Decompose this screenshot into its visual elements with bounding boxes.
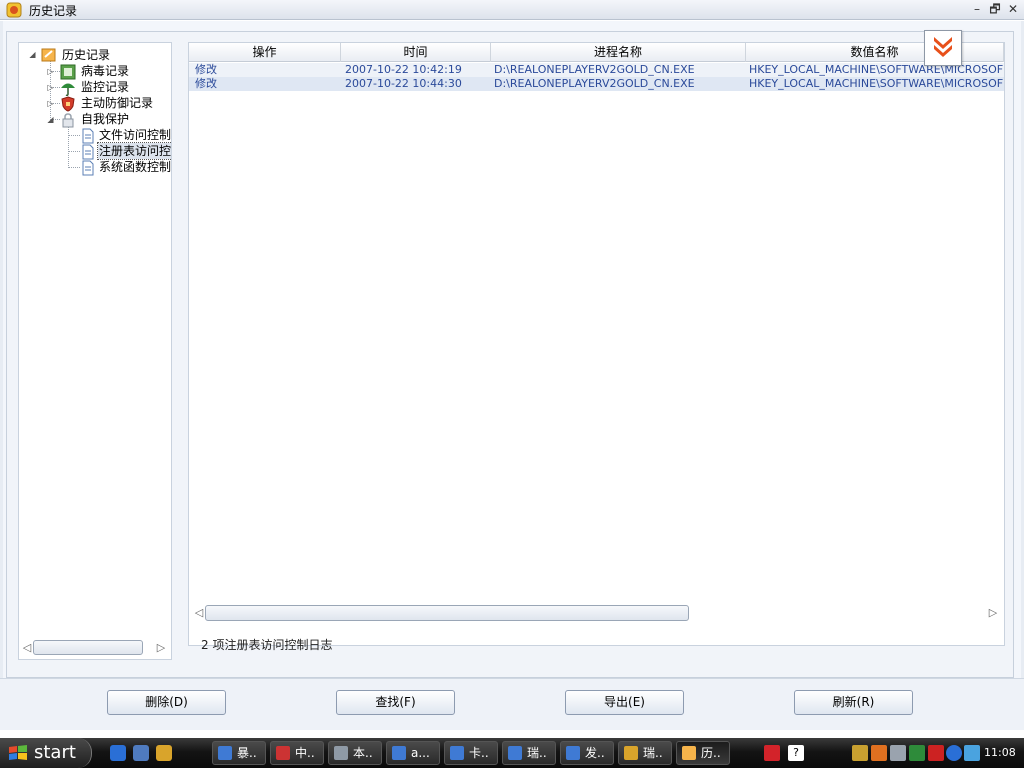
scroll-right-icon[interactable]: ▷ (987, 605, 999, 620)
history-root-icon (41, 48, 56, 62)
help-icon[interactable]: ? (788, 745, 804, 761)
taskbar-task[interactable]: 卡.. (444, 741, 498, 765)
table-row[interactable]: 修改 2007-10-22 10:44:30 D:\REALONEPLAYERV… (189, 77, 1004, 91)
start-label: start (34, 742, 76, 763)
rising-icon[interactable] (156, 745, 172, 761)
double-chevron-down-icon (934, 37, 952, 57)
cell-operation: 修改 (195, 63, 217, 76)
expand-arrow-icon[interactable]: ▷ (46, 99, 55, 108)
virus-record-icon (60, 64, 76, 80)
rising-lion-icon (6, 2, 22, 18)
scroll-left-icon[interactable]: ◁ (193, 605, 205, 620)
tray-app-icon[interactable] (871, 745, 887, 761)
taskbar-task-active[interactable]: 历.. (676, 741, 730, 765)
column-header-operation[interactable]: 操作 (189, 43, 341, 62)
monitor-umbrella-icon (61, 83, 75, 96)
cell-process: D:\REALONEPLAYERV2GOLD_CN.EXE (494, 77, 695, 90)
close-button[interactable]: ✕ (1006, 2, 1020, 16)
document-icon (82, 160, 94, 176)
window-icon (566, 746, 580, 760)
cell-time: 2007-10-22 10:42:19 (345, 63, 462, 76)
minimize-button[interactable]: – (970, 2, 984, 16)
clock: 11:08 (984, 746, 1016, 759)
status-text: 2 项注册表访问控制日志 (201, 638, 333, 652)
window-icon (276, 746, 290, 760)
list-horizontal-scrollbar[interactable]: ◁ ▷ (193, 604, 1001, 621)
taskbar-task[interactable]: 瑞.. (618, 741, 672, 765)
cell-time: 2007-10-22 10:44:30 (345, 77, 462, 90)
title-bar: 历史记录 – 🗗 ✕ (0, 0, 1024, 20)
tree-line (68, 167, 80, 168)
window-icon (682, 746, 696, 760)
taskbar-task[interactable]: 暴.. (212, 741, 266, 765)
tree-item-monitor-record[interactable]: 监控记录 (80, 79, 130, 95)
scroll-thumb[interactable] (33, 640, 143, 655)
delete-button[interactable]: 删除(D) (107, 690, 226, 715)
document-icon (82, 128, 94, 144)
tray-app-icon[interactable] (964, 745, 980, 761)
expand-arrow-icon[interactable]: ▷ (46, 67, 55, 76)
collapse-arrow-icon[interactable]: ◢ (46, 115, 55, 124)
refresh-button[interactable]: 刷新(R) (794, 690, 913, 715)
tree-item-virus-record[interactable]: 病毒记录 (80, 63, 130, 79)
cell-operation: 修改 (195, 77, 217, 90)
window-icon (508, 746, 522, 760)
tree-panel: ◢ 历史记录 ▷ 病毒记录 ▷ 监控记录 ▷ 主动防御记录 ◢ 自我保护 文件访… (18, 42, 172, 660)
taskbar: start 暴.. 中.. 本.. a... 卡.. 瑞.. 发.. 瑞.. 历… (0, 738, 1024, 768)
log-list: 操作 时间 进程名称 数值名称 修改 2007-10-22 10:42:19 D… (188, 42, 1005, 646)
taskbar-task[interactable]: 发.. (560, 741, 614, 765)
window-icon (392, 746, 406, 760)
tree-line (68, 151, 80, 152)
list-header: 操作 时间 进程名称 数值名称 (189, 43, 1004, 62)
window-icon (334, 746, 348, 760)
monitor-umbrella-icon[interactable] (909, 745, 925, 761)
window-title: 历史记录 (29, 4, 78, 18)
tree-line (68, 135, 80, 136)
start-button[interactable]: start (0, 738, 92, 768)
cell-value-name: HKEY_LOCAL_MACHINE\SOFTWARE\MICROSOFT... (749, 63, 1003, 76)
lock-icon (62, 113, 74, 128)
collapse-arrow-icon[interactable]: ◢ (28, 50, 37, 59)
column-header-value-name[interactable]: 数值名称 (746, 43, 1004, 62)
table-row[interactable]: 修改 2007-10-22 10:42:19 D:\REALONEPLAYERV… (189, 63, 1004, 77)
column-header-time[interactable]: 时间 (341, 43, 491, 62)
tree-item-registry-access[interactable]: 注册表访问控 (96, 142, 171, 160)
shield-icon (61, 96, 75, 112)
collapse-panel-button[interactable] (924, 30, 962, 66)
scroll-thumb[interactable] (205, 605, 689, 621)
tray-app-icon[interactable] (890, 745, 906, 761)
cell-value-name: HKEY_LOCAL_MACHINE\SOFTWARE\MICROSOFT... (749, 77, 1003, 90)
tray-app-icon[interactable] (852, 745, 868, 761)
taskbar-task[interactable]: a... (386, 741, 440, 765)
tree-item-active-defense[interactable]: 主动防御记录 (80, 95, 154, 111)
taskbar-task[interactable]: 瑞.. (502, 741, 556, 765)
window-icon (218, 746, 232, 760)
window-icon (624, 746, 638, 760)
restore-button[interactable]: 🗗 (988, 2, 1002, 16)
export-button[interactable]: 导出(E) (565, 690, 684, 715)
expand-arrow-icon[interactable]: ▷ (46, 83, 55, 92)
document-icon (82, 144, 94, 160)
scroll-right-icon[interactable]: ▷ (155, 640, 167, 655)
network-icon[interactable] (946, 745, 962, 761)
find-button[interactable]: 查找(F) (336, 690, 455, 715)
tree-item-history[interactable]: 历史记录 (61, 47, 111, 63)
tree-item-self-protect[interactable]: 自我保护 (80, 111, 130, 127)
tree-line (68, 127, 69, 168)
windows-flag-icon (9, 745, 27, 760)
column-header-process[interactable]: 进程名称 (491, 43, 746, 62)
tree-item-system-function[interactable]: 系统函数控制 (98, 159, 171, 175)
tree-item-file-access[interactable]: 文件访问控制 (98, 127, 171, 143)
language-flag-icon[interactable] (764, 745, 780, 761)
cell-process: D:\REALONEPLAYERV2GOLD_CN.EXE (494, 63, 695, 76)
taskbar-task[interactable]: 中.. (270, 741, 324, 765)
ie-icon[interactable] (110, 745, 126, 761)
tray-app-icon[interactable] (928, 745, 944, 761)
scroll-left-icon[interactable]: ◁ (21, 640, 33, 655)
tree-horizontal-scrollbar[interactable]: ◁ ▷ (23, 639, 168, 656)
window-icon (450, 746, 464, 760)
taskbar-task[interactable]: 本.. (328, 741, 382, 765)
show-desktop-icon[interactable] (133, 745, 149, 761)
